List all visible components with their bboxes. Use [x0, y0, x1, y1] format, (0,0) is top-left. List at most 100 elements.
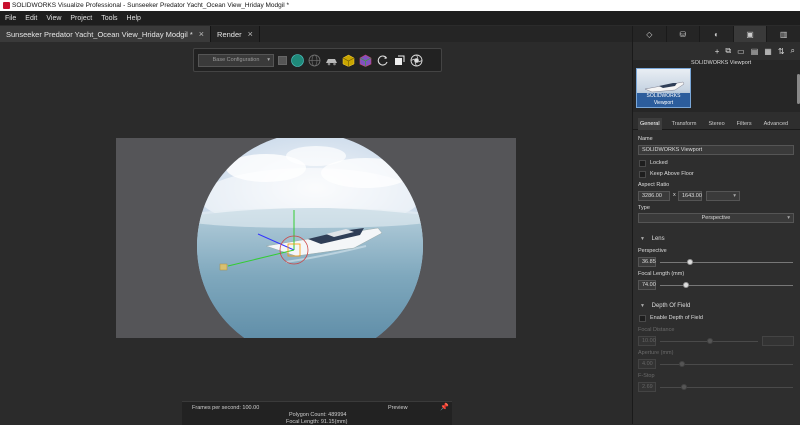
add-icon[interactable]: +: [715, 47, 720, 56]
panel-tabs: ◇ ⛁ ◐ ▣ ▥: [633, 26, 800, 42]
locked-checkbox[interactable]: [639, 160, 646, 167]
tab-filters[interactable]: Filters: [735, 118, 754, 130]
camera-type-value: Perspective: [701, 215, 731, 221]
sphere-icon[interactable]: [291, 53, 304, 67]
preview-mode[interactable]: Preview: [388, 405, 408, 411]
close-icon[interactable]: ×: [248, 29, 253, 39]
app-logo-icon: [3, 2, 10, 9]
focal-length-label: Focal Length (mm): [638, 271, 685, 277]
aspect-preset-dropdown[interactable]: ▾: [706, 191, 740, 201]
menu-project[interactable]: Project: [70, 15, 92, 22]
layout-icon[interactable]: ▤: [751, 47, 759, 56]
tab-render[interactable]: Render ×: [211, 26, 260, 42]
car-icon[interactable]: [325, 54, 338, 67]
dof-section-label: Depth Of Field: [651, 303, 691, 309]
polygon-count: Polygon Count: 489994: [289, 412, 347, 418]
keep-above-floor-label: Keep Above Floor: [650, 171, 694, 177]
focal-distance-field: 10.00: [638, 336, 656, 346]
perspective-label: Perspective: [638, 248, 667, 254]
tab-project-label: Sunseeker Predator Yacht_Ocean View_Hrid…: [6, 29, 193, 39]
focal-distance-pick-button: [762, 336, 794, 346]
menu-edit[interactable]: Edit: [25, 15, 37, 22]
cube-icon[interactable]: [342, 54, 355, 67]
pin-icon[interactable]: 📌: [440, 403, 449, 411]
camera-thumbnail[interactable]: SOLIDWORKS Viewport: [636, 68, 691, 108]
viewport-toolbar: Base Configuration ▾: [193, 48, 442, 72]
aperture-label: Aperture (mm): [638, 350, 674, 356]
copy-icon[interactable]: ⧉: [725, 46, 731, 56]
fps-readout: Frames per second: 100.00: [192, 405, 260, 411]
delete-icon[interactable]: ▭: [737, 47, 745, 56]
tab-transform[interactable]: Transform: [670, 118, 699, 130]
chevron-down-icon: ▾: [787, 215, 790, 221]
fstop-slider-knob: [681, 384, 687, 390]
menu-bar: File Edit View Project Tools Help: [0, 11, 800, 25]
cube-select-icon[interactable]: [359, 54, 372, 67]
tab-render-label: Render: [217, 29, 242, 39]
aperture-slider-knob: [679, 361, 685, 367]
camera-name: SOLIDWORKS Viewport: [691, 60, 752, 66]
focal-length-field[interactable]: 74.00: [638, 280, 656, 290]
search-icon[interactable]: ⌕: [791, 46, 795, 56]
sort-icon[interactable]: ⇅: [778, 47, 785, 56]
focal-distance-slider-knob: [707, 338, 713, 344]
window-titlebar: SOLIDWORKS Visualize Professional - Suns…: [0, 0, 800, 11]
window-title: SOLIDWORKS Visualize Professional - Suns…: [12, 2, 289, 9]
aperture-icon[interactable]: [410, 54, 423, 67]
aspect-height-field[interactable]: 1643.00: [678, 191, 702, 201]
perspective-slider[interactable]: [660, 262, 793, 263]
transform-icon[interactable]: [393, 54, 406, 67]
enable-dof-checkbox[interactable]: [639, 315, 646, 322]
close-icon[interactable]: ×: [199, 29, 204, 39]
menu-file[interactable]: File: [5, 15, 16, 22]
configuration-dropdown[interactable]: Base Configuration ▾: [198, 53, 274, 67]
camera-list: SOLIDWORKS Viewport SOLIDWORKS Viewport: [633, 60, 800, 112]
aspect-x-label: x: [673, 192, 676, 198]
lens-section-label: Lens: [651, 236, 665, 242]
tab-project[interactable]: Sunseeker Predator Yacht_Ocean View_Hrid…: [0, 26, 212, 42]
chevron-down-icon: ▼: [640, 303, 645, 309]
tab-stereo[interactable]: Stereo: [706, 118, 726, 130]
viewport[interactable]: Base Configuration ▾ Frames per second: …: [0, 42, 632, 425]
camera-thumbnail-label: SOLIDWORKS Viewport: [637, 93, 690, 107]
focal-distance-label: Focal Distance: [638, 327, 675, 333]
aperture-field: 4.00: [638, 359, 656, 369]
scene-icon[interactable]: ◐: [700, 26, 734, 42]
perspective-slider-knob[interactable]: [687, 259, 693, 265]
menu-view[interactable]: View: [46, 15, 61, 22]
chevron-down-icon: ▾: [267, 56, 270, 63]
menu-tools[interactable]: Tools: [101, 15, 117, 22]
chevron-down-icon: ▾: [733, 193, 736, 199]
aspect-ratio-label: Aspect Ratio: [638, 182, 670, 188]
aspect-width-field[interactable]: 3286.00: [638, 191, 670, 201]
enable-dof-label: Enable Depth of Field: [650, 315, 703, 321]
tab-general[interactable]: General: [638, 117, 662, 130]
type-label: Type: [638, 205, 650, 211]
name-label: Name: [638, 136, 653, 142]
globe-icon[interactable]: [308, 54, 321, 67]
focal-length-slider[interactable]: [660, 285, 793, 286]
perspective-field[interactable]: 36.85: [638, 257, 656, 267]
library-icon[interactable]: ▥: [767, 26, 800, 42]
configuration-value: Base Configuration: [212, 56, 260, 63]
lens-section-header[interactable]: ▼ Lens: [640, 236, 665, 242]
chevron-down-icon: ▼: [640, 236, 645, 242]
model-icon[interactable]: ◇: [633, 26, 667, 42]
focal-length-readout: Focal Length: 91.15(mm): [286, 419, 348, 425]
name-field[interactable]: SOLIDWORKS Viewport: [638, 145, 794, 155]
menu-help[interactable]: Help: [127, 15, 141, 22]
configuration-options-button[interactable]: [278, 55, 287, 65]
refresh-icon[interactable]: [376, 54, 389, 67]
tab-advanced[interactable]: Advanced: [762, 118, 790, 130]
focal-length-slider-knob[interactable]: [683, 282, 689, 288]
locked-label: Locked: [650, 160, 668, 166]
fstop-slider: [660, 387, 793, 388]
keep-above-floor-checkbox[interactable]: [639, 171, 646, 178]
camera-icon[interactable]: ▣: [733, 26, 768, 42]
camera-type-dropdown[interactable]: Perspective ▾: [638, 213, 794, 223]
appearance-icon[interactable]: ⛁: [667, 26, 701, 42]
dof-section-header[interactable]: ▼ Depth Of Field: [640, 303, 690, 309]
status-bar: Frames per second: 100.00 Polygon Count:…: [182, 401, 452, 425]
grid-icon[interactable]: ▦: [764, 47, 772, 56]
render-canvas[interactable]: [116, 138, 516, 338]
